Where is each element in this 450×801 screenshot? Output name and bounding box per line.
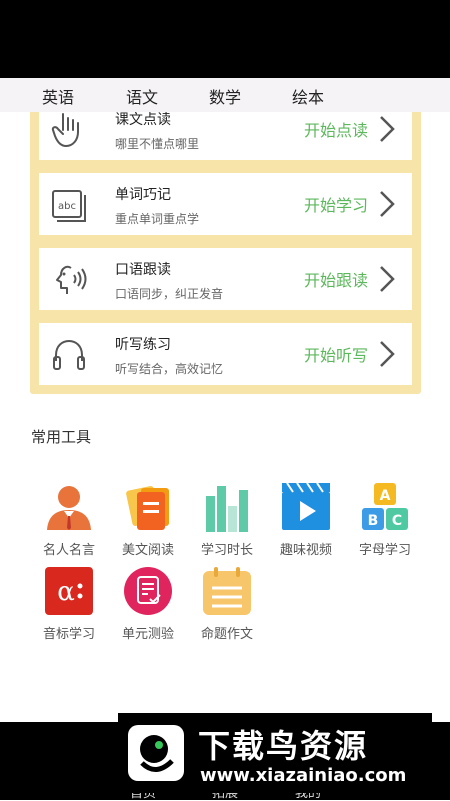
calendar-note-icon — [203, 567, 251, 615]
abc-card-icon: abc — [52, 190, 86, 222]
tool-label: 学习时长 — [200, 543, 253, 558]
svg-text:A: A — [380, 488, 391, 504]
tab-math[interactable]: 数学 — [209, 84, 241, 108]
card-oral-practice[interactable]: 口语跟读 口语同步，纠正发音 开始跟读 — [39, 248, 412, 310]
tool-label: 名人名言 — [42, 543, 95, 558]
svg-text:C: C — [392, 513, 402, 529]
phonetic-alpha-icon: α — [45, 567, 93, 615]
start-learning-button[interactable]: 开始学习 — [304, 192, 368, 216]
tool-label: 命题作文 — [200, 627, 253, 642]
card-title: 口语跟读 — [115, 262, 171, 278]
person-icon — [47, 486, 91, 530]
status-bar — [0, 0, 450, 78]
book-pages-icon — [126, 486, 169, 530]
card-subtitle: 重点单词重点学 — [115, 212, 200, 226]
svg-text:B: B — [368, 513, 379, 529]
card-title: 听写练习 — [115, 337, 171, 353]
tab-english[interactable]: 英语 — [42, 84, 74, 108]
speaking-head-icon — [56, 265, 87, 294]
start-dictation-button[interactable]: 开始听写 — [304, 342, 368, 366]
watermark-url: www.xiazainiao.com — [200, 765, 407, 786]
card-subtitle: 口语同步，纠正发音 — [115, 287, 224, 301]
tool-label: 美文阅读 — [121, 543, 174, 558]
chevron-right-icon — [380, 116, 395, 142]
abc-blocks-icon: A B C — [362, 483, 408, 530]
test-paper-icon — [124, 567, 172, 615]
chevron-right-icon — [380, 341, 395, 367]
start-reading-button[interactable]: 开始点读 — [304, 117, 368, 141]
tool-label: 音标学习 — [42, 627, 95, 642]
svg-text:abc: abc — [58, 201, 76, 212]
watermark-overlay: 下载鸟资源 www.xiazainiao.com — [118, 713, 432, 793]
svg-text:α: α — [57, 577, 75, 607]
tool-label: 字母学习 — [358, 543, 411, 558]
tool-label: 单元测验 — [121, 627, 174, 642]
card-text-reading[interactable]: 课文点读 哪里不懂点哪里 开始点读 — [39, 112, 412, 160]
video-clapper-icon — [282, 482, 330, 530]
card-title: 单词巧记 — [115, 187, 171, 203]
chevron-right-icon — [380, 266, 395, 292]
study-panel: 课文点读 哪里不懂点哪里 开始点读 abc 单词巧记 重点单词重点学 开始学习 — [30, 112, 421, 394]
scroll-content[interactable]: 课文点读 哪里不懂点哪里 开始点读 abc 单词巧记 重点单词重点学 开始学习 — [0, 112, 450, 722]
chevron-right-icon — [380, 191, 395, 217]
start-follow-reading-button[interactable]: 开始跟读 — [304, 267, 368, 291]
tab-picture-book[interactable]: 绘本 — [292, 84, 324, 108]
tool-label: 趣味视频 — [279, 543, 332, 558]
card-word-memory[interactable]: abc 单词巧记 重点单词重点学 开始学习 — [39, 173, 412, 235]
subject-tab-bar: 英语 语文 数学 绘本 — [0, 78, 450, 112]
card-subtitle: 哪里不懂点哪里 — [115, 137, 200, 151]
tab-chinese[interactable]: 语文 — [126, 84, 158, 108]
hand-touch-icon — [51, 113, 79, 147]
bar-chart-icon — [206, 486, 248, 532]
tools-section-title: 常用工具 — [31, 428, 92, 446]
bird-logo-icon — [128, 725, 184, 781]
card-dictation[interactable]: 听写练习 听写结合，高效记忆 开始听写 — [39, 323, 412, 385]
watermark-brand: 下载鸟资源 — [198, 727, 369, 765]
card-subtitle: 听写结合，高效记忆 — [115, 362, 224, 376]
headphones-icon — [53, 339, 85, 370]
card-title: 课文点读 — [115, 112, 171, 128]
